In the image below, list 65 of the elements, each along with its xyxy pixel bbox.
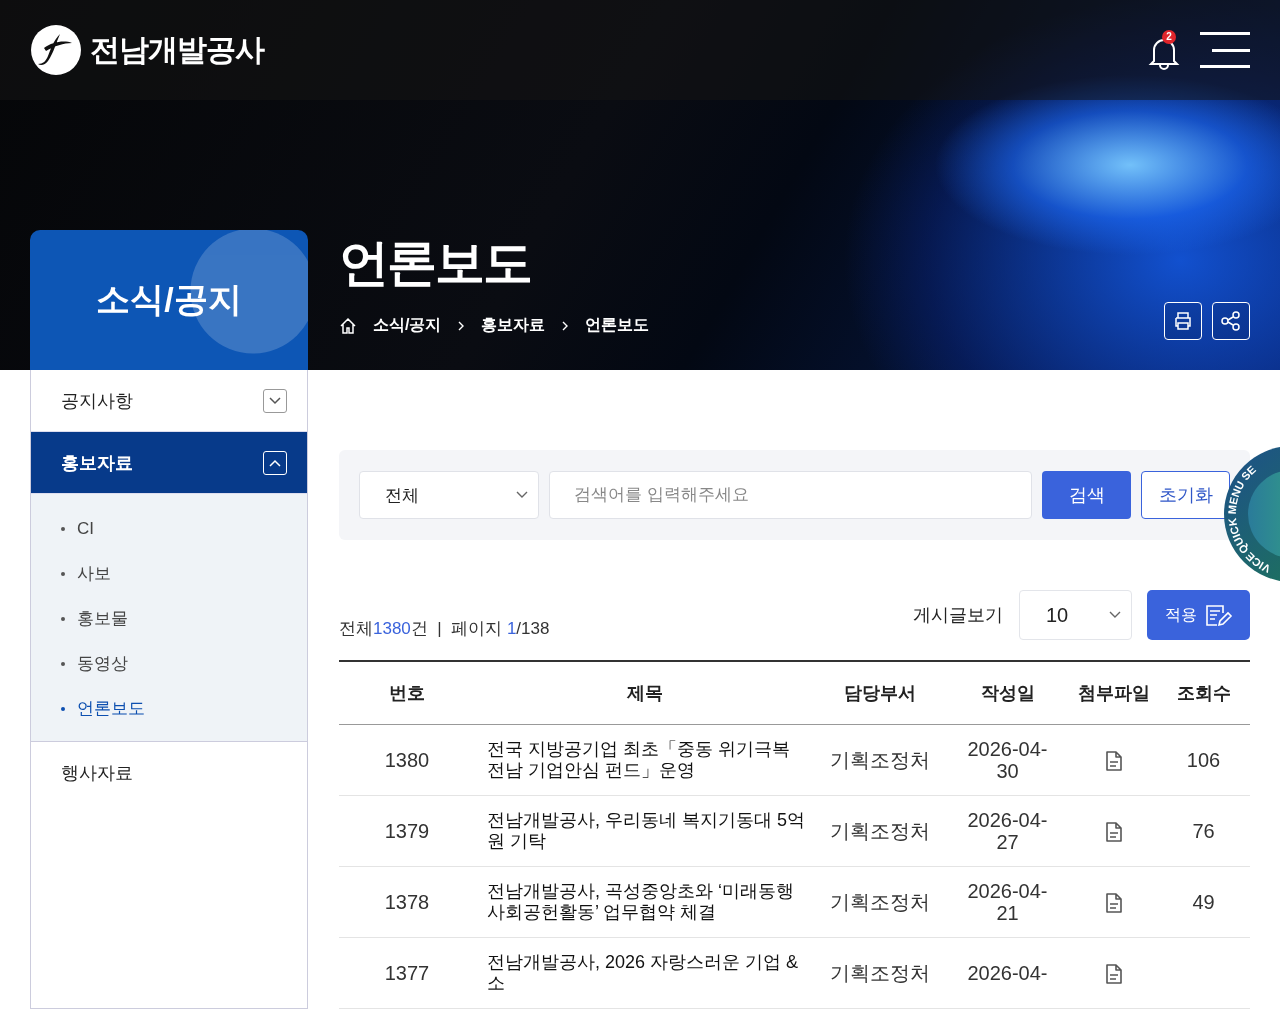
table-cell: 기획조정처 [815, 724, 945, 796]
table-cell-text: 2026-04- [966, 961, 1049, 984]
submenu-item[interactable]: CI [31, 506, 307, 551]
column-header: 조회수 [1157, 661, 1250, 725]
post-title-link[interactable]: 전국 지방공기업 최초「중동 위기극복 전남 기업안심 펀드」운영 [487, 739, 807, 781]
search-field[interactable]: 검색어를 입력해주세요 [549, 471, 1032, 519]
section-title: 소식/공지 [96, 279, 242, 320]
table-cell: 기획조정처 [815, 795, 945, 867]
post-title-link[interactable]: 전남개발공사, 우리동네 복지기동대 5억원 기탁 [487, 810, 807, 852]
breadcrumb-link[interactable]: 언론보도 [585, 315, 650, 336]
file-icon[interactable] [1104, 892, 1123, 914]
table-cell: 기획조정처 [815, 937, 945, 1009]
chevron-up-icon [269, 458, 281, 467]
table-cell: 1378 [339, 866, 475, 938]
table-cell: 106 [1157, 724, 1250, 796]
notification-badge: 2 [1162, 30, 1176, 44]
breadcrumb-link[interactable]: 소식/공지 [373, 315, 442, 336]
logo-text[interactable]: 전남개발공사 [90, 29, 264, 71]
chevron-down-icon [269, 396, 281, 405]
toggle-button[interactable] [263, 388, 287, 413]
page-size-select[interactable]: 10 [1019, 590, 1132, 640]
table-cell: 1380 [339, 724, 475, 796]
submenu-item[interactable]: 언론보도 [31, 686, 307, 731]
edit-icon [1204, 603, 1233, 627]
submenu-item[interactable]: 홍보물 [31, 596, 307, 641]
post-title-link[interactable]: 전남개발공사, 2026 자랑스러운 기업 & 소 [487, 952, 807, 994]
post-title-link[interactable]: 전남개발공사, 곡성중앙초와 ‘미래동행 사회공헌활동’ 업무협약 체결 [487, 881, 807, 923]
apply-button[interactable]: 적용 [1147, 590, 1250, 640]
sidebar-item[interactable]: 홍보자료 [31, 432, 307, 494]
submenu-item[interactable]: 동영상 [31, 641, 307, 686]
table-cell-text: 2026-04-30 [966, 737, 1049, 782]
page-title: 언론보도 [339, 234, 532, 293]
column-header: 담당부서 [815, 661, 945, 725]
notification-button[interactable]: 2 [1146, 30, 1182, 70]
table-cell: 1377 [339, 937, 475, 1009]
submenu-item[interactable]: 사보 [31, 551, 307, 596]
table-cell: 1379 [339, 795, 475, 867]
menu-button[interactable] [1200, 32, 1250, 68]
chevron-icon [561, 319, 570, 332]
table-cell: 76 [1157, 795, 1250, 867]
chevron-icon [457, 319, 466, 332]
chevron-down-icon [516, 491, 528, 499]
column-header: 제목 [475, 661, 815, 725]
printer-icon [1172, 310, 1194, 332]
file-icon[interactable] [1104, 821, 1123, 843]
print-button[interactable] [1164, 302, 1202, 340]
chevron-down-icon [1109, 611, 1121, 619]
column-header: 첨부파일 [1070, 661, 1157, 725]
table-cell: 기획조정처 [815, 866, 945, 938]
logo-icon[interactable] [30, 24, 82, 76]
table-cell-text: 2026-04-21 [966, 879, 1049, 924]
page-size-label: 게시글보기 [913, 604, 1003, 627]
post-count: 전체1380건 | 페이지 1/138 [339, 618, 551, 640]
category-select[interactable]: 전체 [359, 471, 539, 519]
file-icon[interactable] [1104, 963, 1123, 985]
share-button[interactable] [1212, 302, 1250, 340]
column-header: 작성일 [945, 661, 1070, 725]
table-cell-text: 2026-04-27 [966, 808, 1049, 853]
column-header: 번호 [339, 661, 475, 725]
share-icon [1220, 310, 1242, 332]
search-button[interactable]: 검색 [1042, 471, 1131, 519]
table-cell: 49 [1157, 866, 1250, 938]
file-icon[interactable] [1104, 750, 1123, 772]
breadcrumb-link[interactable]: 홍보자료 [481, 315, 546, 336]
home-icon[interactable] [339, 316, 357, 335]
